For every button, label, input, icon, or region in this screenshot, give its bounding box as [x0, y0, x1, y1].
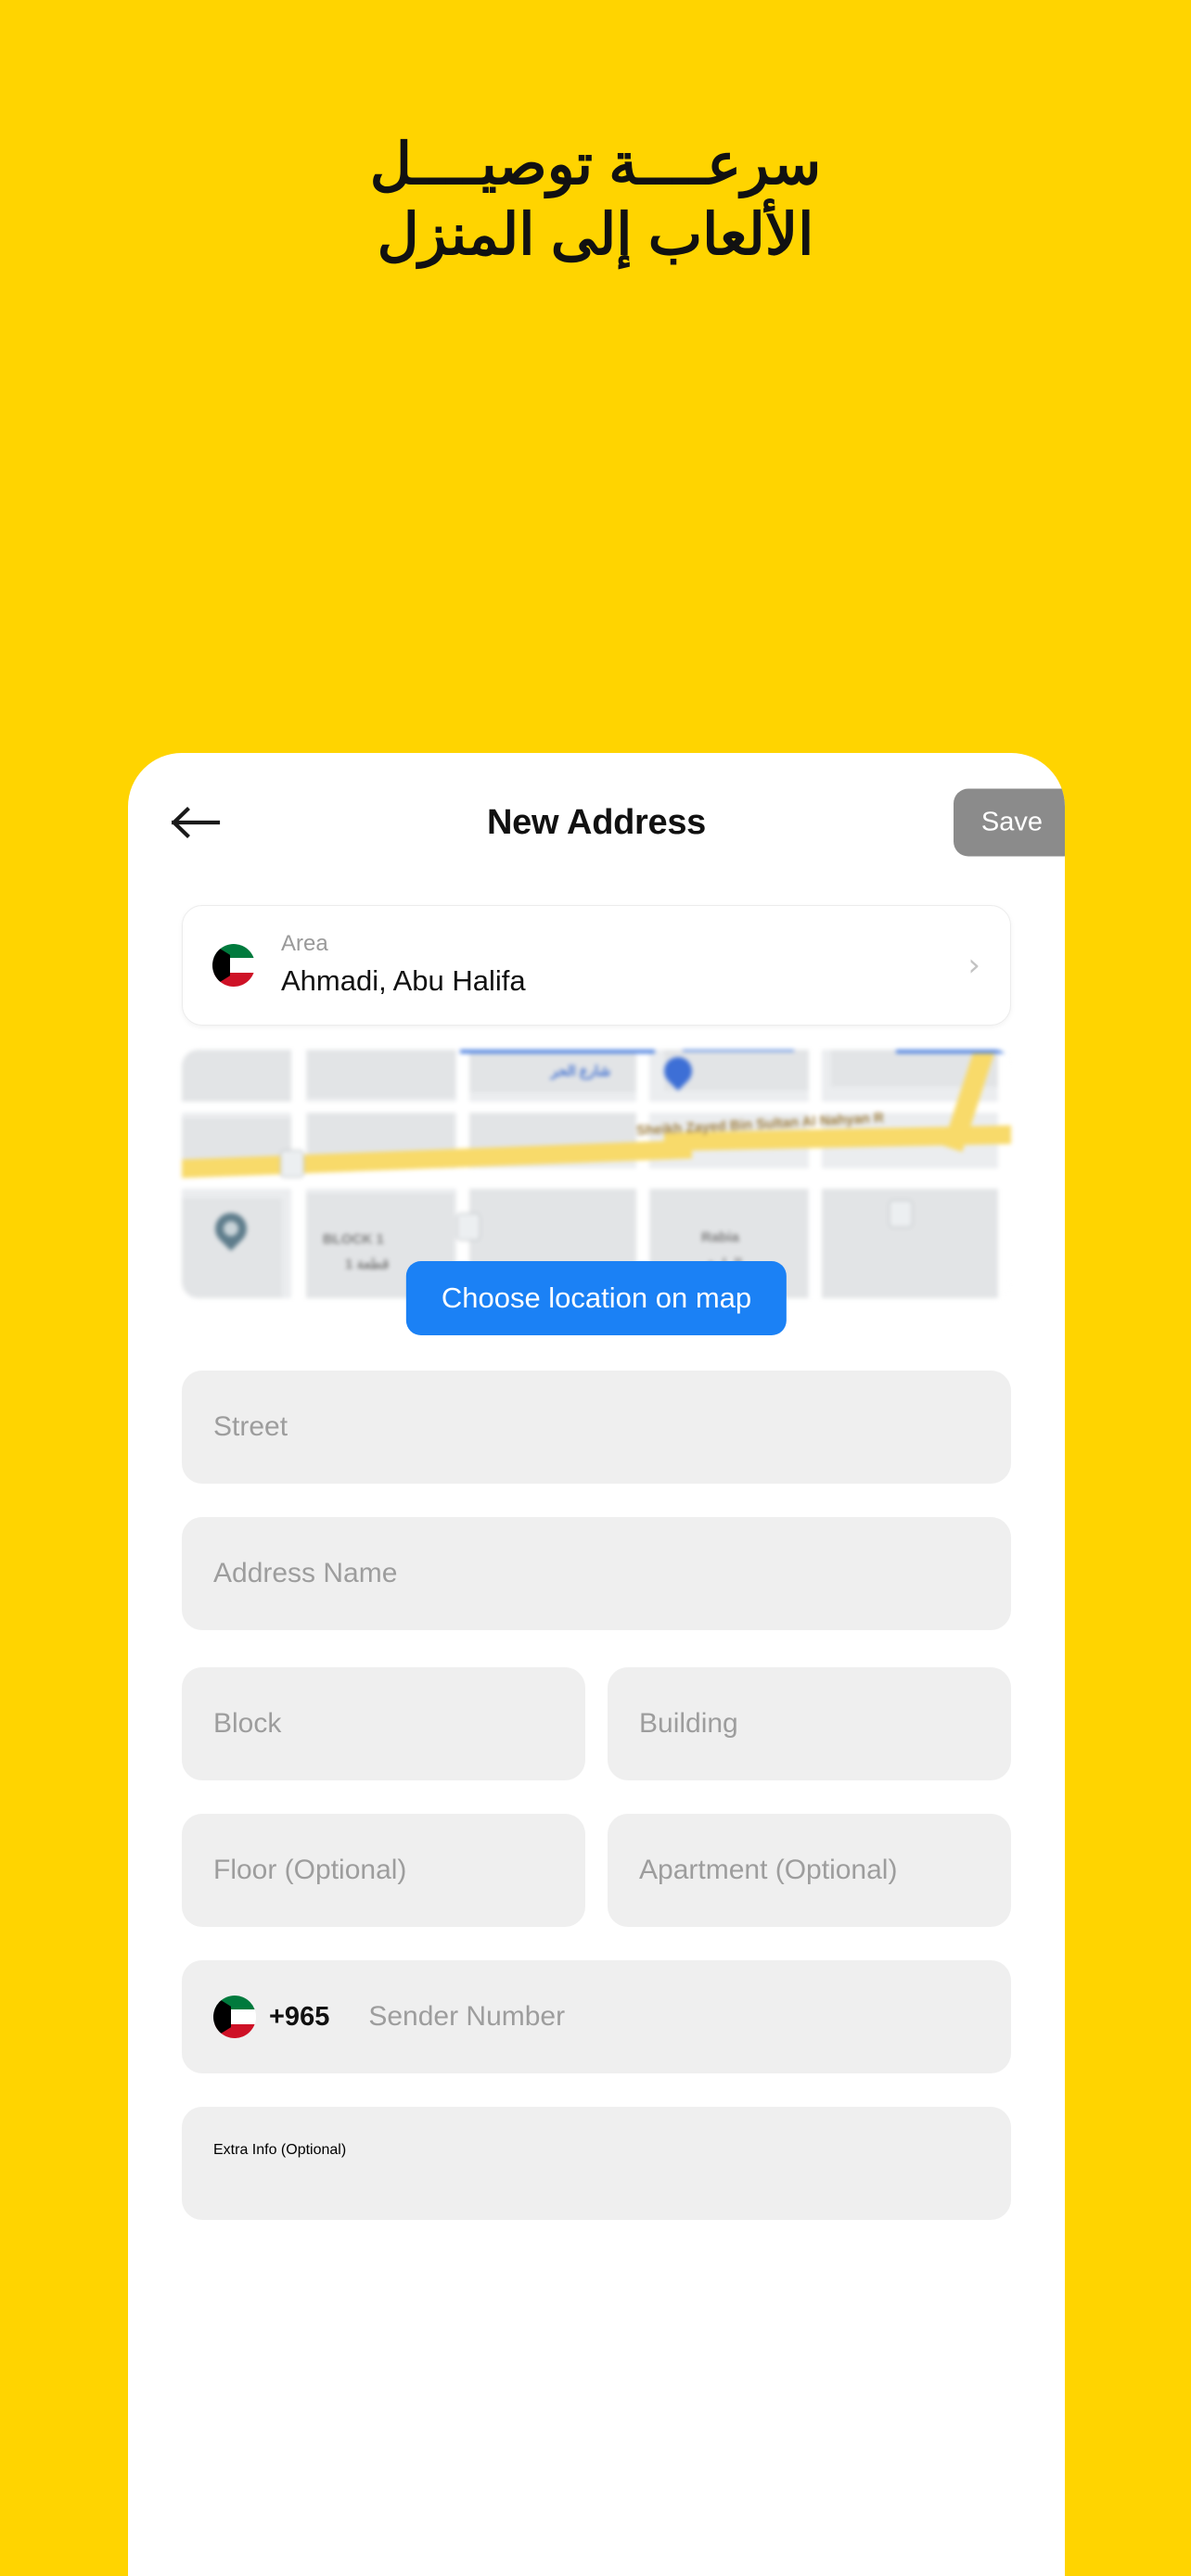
kuwait-flag-icon — [212, 944, 255, 987]
page-title: New Address — [486, 802, 707, 842]
floor-placeholder: Floor (Optional) — [213, 1855, 407, 1885]
sender-number-input[interactable]: +965 Sender Number — [182, 1960, 1011, 2073]
save-button[interactable]: Save — [953, 788, 1065, 857]
route-shield-icon — [889, 1200, 913, 1228]
block-input[interactable]: Block — [182, 1667, 585, 1780]
map-label: 1 قطعة — [345, 1256, 390, 1272]
map-preview-container: Sheikh Zayed Bin Sultan Al Nahyan R BLOC… — [182, 1050, 1011, 1335]
sender-number-placeholder: Sender Number — [368, 2001, 566, 2032]
arrow-left-icon — [172, 807, 222, 838]
apartment-placeholder: Apartment (Optional) — [639, 1855, 898, 1885]
block-building-row: Block Building — [182, 1667, 1011, 1780]
floor-input[interactable]: Floor (Optional) — [182, 1814, 585, 1927]
building-placeholder: Building — [639, 1708, 738, 1739]
area-selector-row[interactable]: Area Ahmadi, Abu Halifa › — [182, 905, 1011, 1026]
building-input[interactable]: Building — [608, 1667, 1011, 1780]
app-header: New Address Save — [128, 753, 1065, 892]
map-label: Rabia — [701, 1230, 739, 1245]
route-shield-icon — [280, 1150, 304, 1178]
block-placeholder: Block — [213, 1708, 282, 1739]
map-label: BLOCK 1 — [323, 1231, 384, 1247]
street-placeholder: Street — [213, 1411, 288, 1442]
promo-line-2: الألعاب إلى المنزل — [377, 202, 814, 267]
apartment-input[interactable]: Apartment (Optional) — [608, 1814, 1011, 1927]
address-name-placeholder: Address Name — [213, 1558, 398, 1588]
country-code: +965 — [269, 2001, 330, 2032]
promo-line-1: سرعــــة توصيــــل — [369, 133, 822, 197]
back-button[interactable] — [167, 793, 226, 852]
phone-mockup: New Address Save Area Ahmadi, Abu Halifa… — [128, 753, 1065, 2576]
map-label: شارع الحر — [551, 1064, 611, 1079]
floor-apartment-row: Floor (Optional) Apartment (Optional) — [182, 1814, 1011, 1927]
choose-location-button[interactable]: Choose location on map — [405, 1261, 788, 1335]
area-value: Ahmadi, Abu Halifa — [281, 964, 526, 998]
chevron-right-icon: › — [967, 947, 980, 984]
street-input[interactable]: Street — [182, 1371, 1011, 1484]
extra-info-placeholder: Extra Info (Optional) — [213, 2142, 347, 2158]
route-shield-icon — [456, 1213, 480, 1241]
form-scroll-area: Area Ahmadi, Abu Halifa › Sheikh Zayed B… — [128, 905, 1065, 2220]
promo-headline: سرعــــة توصيــــل الألعاب إلى المنزل — [0, 130, 1191, 270]
area-text-group: Area Ahmadi, Abu Halifa — [281, 930, 967, 1001]
area-label: Area — [281, 931, 328, 957]
address-name-input[interactable]: Address Name — [182, 1517, 1011, 1630]
kuwait-flag-icon[interactable] — [213, 1996, 256, 2038]
extra-info-input[interactable]: Extra Info (Optional) — [182, 2107, 1011, 2220]
